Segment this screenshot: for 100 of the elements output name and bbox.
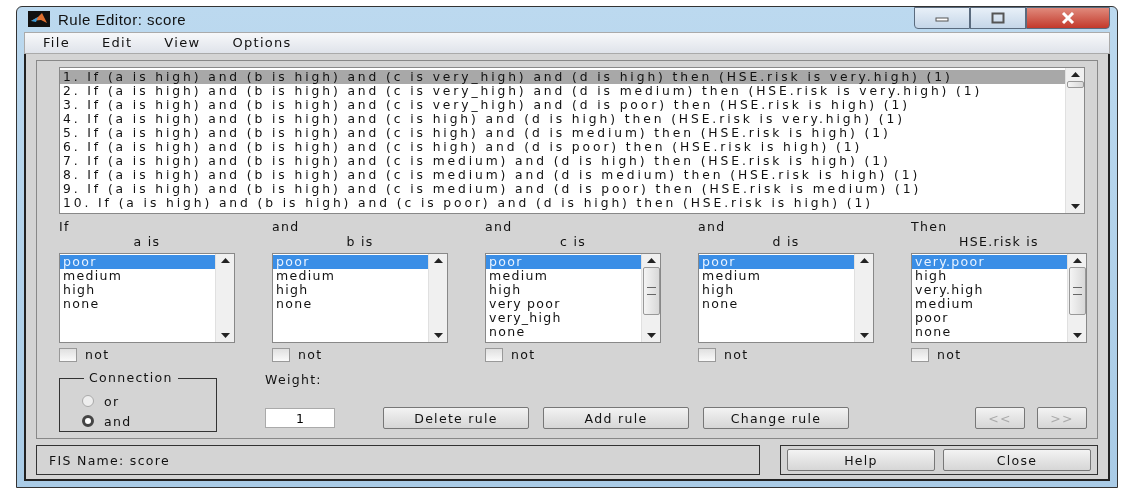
- window-title: Rule Editor: score: [58, 10, 188, 28]
- radio-button[interactable]: [82, 415, 94, 427]
- list-item[interactable]: none: [273, 297, 428, 311]
- list-item[interactable]: medium: [912, 297, 1067, 311]
- not-checkbox[interactable]: [911, 347, 929, 362]
- list-item[interactable]: none: [486, 325, 641, 339]
- list-item[interactable]: medium: [486, 269, 641, 283]
- minimize-icon: [935, 14, 949, 22]
- term-list[interactable]: poor medium high very poor very_high none: [485, 253, 661, 343]
- arrow-up-icon[interactable]: [220, 258, 230, 263]
- rule-row[interactable]: 5. If (a is high) and (b is high) and (c is high) and (d is medium) then (HSE.risk is high) (1): [60, 126, 1065, 140]
- rule-row[interactable]: 8. If (a is high) and (b is high) and (c is medium) and (d is medium) then (HSE.risk is high) (1): [60, 168, 1065, 182]
- connector-label: If: [59, 220, 70, 234]
- menu-item[interactable]: Edit: [97, 33, 137, 53]
- arrow-down-icon[interactable]: [433, 333, 443, 338]
- not-checkbox[interactable]: [698, 347, 716, 362]
- term-list[interactable]: poor medium high none: [698, 253, 874, 343]
- weight-label: Weight:: [265, 372, 323, 387]
- list-item[interactable]: medium: [699, 269, 854, 283]
- term-list[interactable]: poor medium high none: [272, 253, 448, 343]
- list-item[interactable]: high: [273, 283, 428, 297]
- variable-label: c is: [560, 234, 586, 250]
- arrow-up-icon[interactable]: [646, 258, 656, 263]
- arrow-down-icon[interactable]: [1072, 333, 1082, 338]
- connector-label: Then: [911, 220, 948, 234]
- radio-label: and: [104, 413, 132, 429]
- not-checkbox[interactable]: [272, 347, 290, 362]
- status-text: FIS Name: score: [49, 452, 170, 468]
- list-item[interactable]: high: [912, 269, 1067, 283]
- term-list[interactable]: very.poor high very.high medium poor none: [911, 253, 1087, 343]
- list-item[interactable]: high: [486, 283, 641, 297]
- radio-label: or: [104, 393, 120, 409]
- rule-button[interactable]: Add rule: [543, 407, 689, 429]
- scrollbar[interactable]: [428, 254, 447, 342]
- app-icon: [28, 11, 50, 28]
- checkbox-label: not: [511, 347, 536, 362]
- arrow-up-icon[interactable]: [859, 258, 869, 263]
- arrow-up-icon[interactable]: [433, 258, 443, 263]
- checkbox-label: not: [85, 347, 110, 362]
- footer-button[interactable]: Help: [787, 449, 935, 471]
- arrow-down-icon[interactable]: [859, 333, 869, 338]
- scrollbar[interactable]: [1065, 68, 1084, 213]
- not-checkbox[interactable]: [59, 347, 77, 362]
- variable-label: b is: [346, 234, 374, 250]
- footer-button[interactable]: Close: [943, 449, 1091, 471]
- arrow-up-icon[interactable]: [1070, 72, 1080, 77]
- maximize-button[interactable]: [970, 7, 1026, 29]
- rule-row[interactable]: 9. If (a is high) and (b is high) and (c is medium) and (d is poor) then (HSE.risk is medium) (1): [60, 182, 1065, 196]
- rule-button[interactable]: Change rule: [703, 407, 849, 429]
- menu-item[interactable]: View: [160, 33, 205, 53]
- menu-item[interactable]: File: [39, 33, 74, 53]
- list-item[interactable]: very.high: [912, 283, 1067, 297]
- minimize-button[interactable]: [914, 7, 970, 29]
- rule-row[interactable]: 10. If (a is high) and (b is high) and (c is poor) and (d is high) then (HSE.risk is high) (1): [60, 196, 1065, 210]
- scrollbar[interactable]: [1067, 254, 1086, 342]
- radio-button[interactable]: [82, 395, 94, 407]
- rule-row[interactable]: 3. If (a is high) and (b is high) and (c is very_high) and (d is poor) then (HSE.risk is high) (1): [60, 98, 1065, 112]
- arrow-down-icon[interactable]: [1070, 204, 1080, 209]
- list-item[interactable]: none: [60, 297, 215, 311]
- rule-row[interactable]: 6. If (a is high) and (b is high) and (c is high) and (d is poor) then (HSE.risk is high) (1): [60, 140, 1065, 154]
- scrollbar[interactable]: [641, 254, 660, 342]
- list-item[interactable]: very poor: [486, 297, 641, 311]
- connector-label: and: [485, 220, 513, 234]
- list-item[interactable]: high: [699, 283, 854, 297]
- rule-row[interactable]: 4. If (a is high) and (b is high) and (c is high) and (d is high) then (HSE.risk is very.high) (1): [60, 112, 1065, 126]
- not-checkbox[interactable]: [485, 347, 503, 362]
- rule-row[interactable]: 1. If (a is high) and (b is high) and (c is very_high) and (d is high) then (HSE.risk is very.high) (1): [60, 70, 1065, 84]
- list-item[interactable]: medium: [60, 269, 215, 283]
- rules-list[interactable]: [59, 67, 1085, 214]
- close-button[interactable]: [1026, 7, 1110, 29]
- scroll-thumb[interactable]: [1068, 267, 1086, 315]
- arrow-down-icon[interactable]: [220, 333, 230, 338]
- list-item[interactable]: poor: [912, 311, 1067, 325]
- checkbox-label: not: [937, 347, 962, 362]
- connector-label: and: [698, 220, 726, 234]
- list-item[interactable]: medium: [273, 269, 428, 283]
- scroll-thumb[interactable]: [642, 267, 660, 315]
- weight-field[interactable]: 1: [265, 408, 335, 428]
- rule-row[interactable]: 2. If (a is high) and (b is high) and (c is very_high) and (d is medium) then (HSE.risk is very.high) (1): [60, 84, 1065, 98]
- list-item[interactable]: high: [60, 283, 215, 297]
- list-item[interactable]: none: [699, 297, 854, 311]
- variable-label: HSE.risk is: [959, 234, 1039, 250]
- list-item[interactable]: very_high: [486, 311, 641, 325]
- arrow-up-icon[interactable]: [1072, 258, 1082, 263]
- scroll-thumb[interactable]: [1066, 81, 1084, 88]
- rule-row[interactable]: 7. If (a is high) and (b is high) and (c is medium) and (d is high) then (HSE.risk is high) (1): [60, 154, 1065, 168]
- maximize-icon: [991, 12, 1005, 24]
- checkbox-label: not: [724, 347, 749, 362]
- arrow-down-icon[interactable]: [646, 333, 656, 338]
- group-title: Connection: [84, 370, 178, 385]
- connector-label: and: [272, 220, 300, 234]
- checkbox-label: not: [298, 347, 323, 362]
- list-item[interactable]: none: [912, 325, 1067, 339]
- variable-label: d is: [772, 234, 800, 250]
- close-icon: [1060, 12, 1076, 24]
- rule-button[interactable]: Delete rule: [383, 407, 529, 429]
- scrollbar[interactable]: [215, 254, 234, 342]
- term-list[interactable]: poor medium high none: [59, 253, 235, 343]
- menu-item[interactable]: Options: [228, 33, 296, 53]
- scrollbar[interactable]: [854, 254, 873, 342]
